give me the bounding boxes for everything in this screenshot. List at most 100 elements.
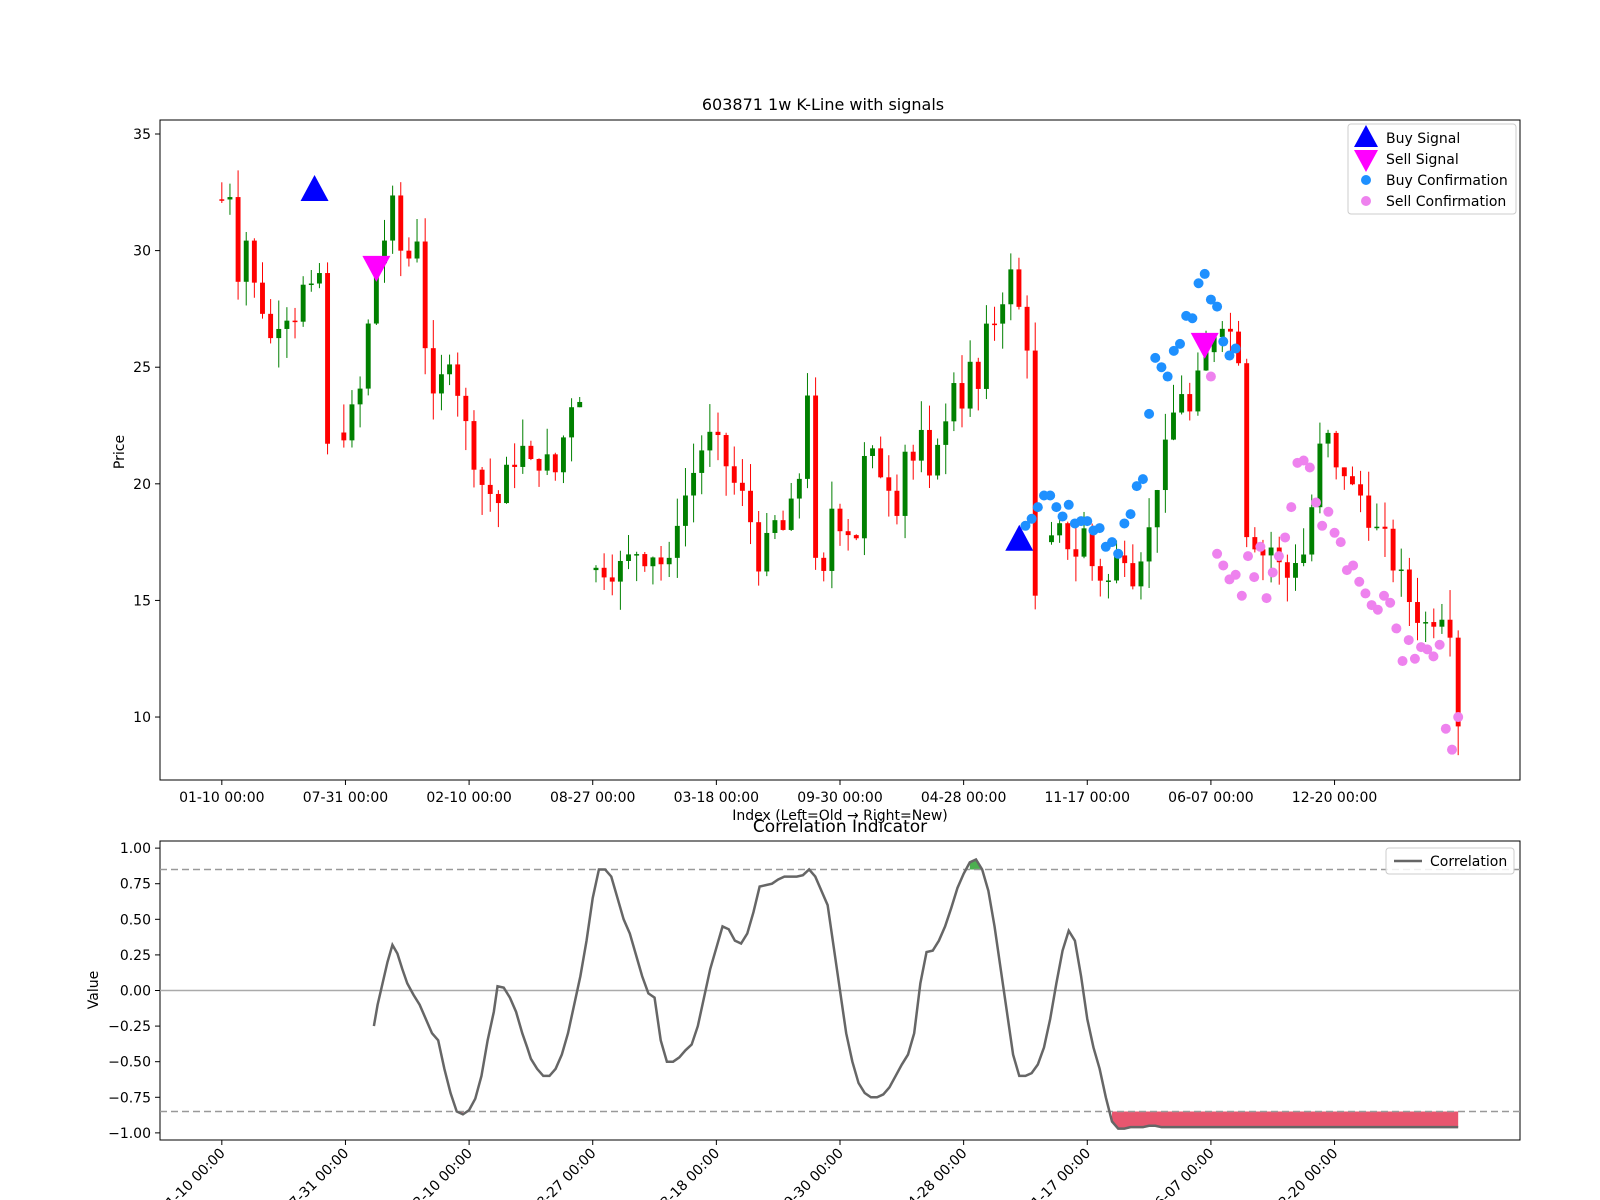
candle-body bbox=[943, 421, 949, 445]
candle-body bbox=[1325, 432, 1331, 444]
correlation-y-ticks: −1.00 −0.75 −0.50 −0.25 0.00 0.25 0.50 0.75 1.00 bbox=[108, 841, 160, 1142]
candle-body bbox=[398, 195, 404, 251]
kline-legend-label: Buy Signal bbox=[1386, 131, 1460, 147]
candle-body bbox=[438, 374, 444, 394]
candle-body bbox=[707, 431, 713, 451]
candle-body bbox=[552, 454, 558, 473]
candle-body bbox=[577, 401, 583, 408]
buy-confirmation-point bbox=[1187, 313, 1198, 324]
kline-x-ticks: 01-10 00:00 07-31 00:00 02-10 00:00 08-27 0… bbox=[179, 780, 1377, 806]
sell-confirmation-point bbox=[1354, 576, 1365, 587]
candle-body bbox=[1317, 443, 1323, 508]
candle-body bbox=[260, 282, 265, 314]
candle-body bbox=[1301, 554, 1307, 564]
candle-body bbox=[569, 407, 575, 438]
candle-body bbox=[520, 445, 526, 467]
buy-confirmation-point bbox=[1162, 371, 1173, 382]
candle-body bbox=[642, 554, 648, 567]
candle-body bbox=[455, 364, 461, 396]
kline-x-tick-label: 09-30 00:00 bbox=[797, 790, 882, 806]
candle-body bbox=[723, 435, 729, 467]
candle-body bbox=[1390, 528, 1396, 571]
candle-body bbox=[1162, 439, 1168, 491]
correlation-x-tick-label: 03-18 00:00 bbox=[651, 1146, 723, 1200]
sell-confirmation-point bbox=[1286, 502, 1297, 513]
correlation-y-tick-label: −0.50 bbox=[108, 1055, 151, 1071]
candle-body bbox=[1358, 484, 1364, 496]
candle-body bbox=[1195, 370, 1201, 412]
candle-body bbox=[918, 429, 924, 461]
candle-body bbox=[235, 197, 241, 282]
candle-body bbox=[894, 490, 900, 516]
kline-y-tick-label: 25 bbox=[133, 360, 151, 376]
candle-body bbox=[1293, 563, 1298, 578]
sell-confirmation-point bbox=[1403, 635, 1414, 646]
correlation-y-tick-label: 0.50 bbox=[120, 912, 151, 928]
correlation-y-tick-label: 0.25 bbox=[120, 948, 151, 964]
buy-confirmation-point bbox=[1094, 523, 1105, 534]
candle-body bbox=[528, 445, 534, 459]
candle-body bbox=[268, 313, 274, 339]
sell-confirmation-point bbox=[1243, 551, 1253, 562]
buy-confirmation-point bbox=[1082, 516, 1093, 527]
candle-body bbox=[878, 448, 884, 478]
correlation-y-tick-label: 1.00 bbox=[120, 841, 151, 857]
candle-body bbox=[666, 557, 672, 565]
kline-x-tick-label: 04-28 00:00 bbox=[921, 790, 1006, 806]
candle-body bbox=[1138, 561, 1144, 587]
sell-confirmation-point bbox=[1267, 567, 1278, 578]
candle-body bbox=[796, 478, 802, 499]
kline-title: 603871 1w K-Line with signals bbox=[702, 95, 944, 114]
candle-body bbox=[219, 199, 225, 201]
candle-body bbox=[341, 432, 347, 441]
sell-confirmation-point bbox=[1409, 653, 1420, 664]
candle-body bbox=[430, 348, 436, 394]
candle-body bbox=[1097, 566, 1103, 581]
candle-body bbox=[1382, 526, 1388, 529]
correlation-title: Correlation Indicator bbox=[753, 817, 927, 837]
sell-confirmation-point bbox=[1230, 569, 1241, 580]
candle-body bbox=[650, 557, 656, 567]
candle-body bbox=[626, 554, 631, 561]
sell-confirmation-point bbox=[1205, 371, 1216, 382]
candle-body bbox=[617, 560, 623, 582]
kline-legend-label: Sell Signal bbox=[1386, 152, 1459, 168]
buy-confirmation-point bbox=[1051, 502, 1062, 513]
candle-body bbox=[251, 240, 257, 283]
candle-body bbox=[853, 535, 859, 539]
candle-body bbox=[601, 567, 607, 578]
candle-body bbox=[975, 361, 981, 389]
kline-panel: 603871 1w K-Line with signals 10 15 20 25 30… bbox=[112, 95, 1521, 824]
candle-body bbox=[1032, 350, 1038, 596]
sell-confirmation-point bbox=[1360, 588, 1371, 599]
sell-confirmation-point bbox=[1329, 527, 1340, 538]
kline-x-tick-label: 12-20 00:00 bbox=[1292, 790, 1377, 806]
sell-confirmation-point bbox=[1317, 520, 1328, 531]
kline-x-tick-label: 06-07 00:00 bbox=[1168, 790, 1253, 806]
buy-confirmation-point bbox=[1230, 343, 1241, 354]
correlation-y-tick-label: −1.00 bbox=[108, 1126, 151, 1142]
candle-body bbox=[1333, 432, 1339, 468]
candle-body bbox=[935, 444, 941, 476]
candle-body bbox=[699, 450, 705, 473]
correlation-panel: Correlation Indicator −1.00 −0.75 −0.50 −0.… bbox=[86, 817, 1521, 1200]
candle-body bbox=[967, 361, 973, 409]
candle-body bbox=[504, 464, 509, 504]
correlation-x-tick-label: 04-28 00:00 bbox=[899, 1146, 971, 1200]
candle-body bbox=[902, 451, 908, 516]
candle-body bbox=[658, 557, 664, 565]
kline-y-tick-label: 20 bbox=[133, 477, 151, 493]
sell-confirmation-point bbox=[1348, 560, 1359, 571]
candle-body bbox=[560, 437, 566, 473]
sell-confirmation-point bbox=[1218, 560, 1229, 571]
buy-confirmation-point bbox=[1032, 502, 1043, 513]
sell-confirmation-point bbox=[1323, 506, 1334, 517]
buy-confirmation-point bbox=[1119, 518, 1130, 529]
candle-body bbox=[536, 458, 542, 471]
legend-circle-icon bbox=[1361, 175, 1371, 185]
candle-body bbox=[731, 466, 737, 483]
buy-confirmation-point bbox=[1175, 338, 1185, 349]
candle-body bbox=[276, 328, 282, 339]
candle-body bbox=[1171, 412, 1176, 440]
candle-body bbox=[1081, 528, 1087, 557]
